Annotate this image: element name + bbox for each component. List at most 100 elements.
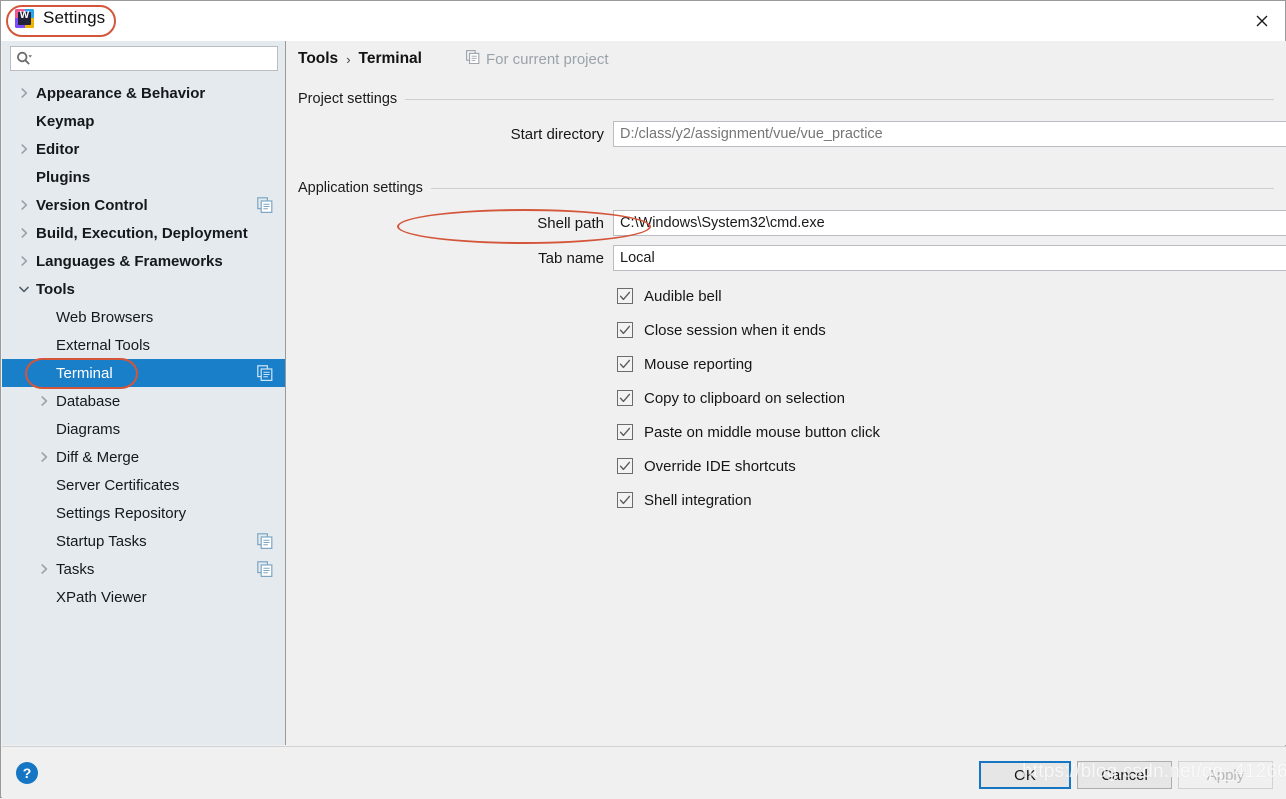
field-tab-name: Tab name <box>298 245 1286 271</box>
project-scope-icon <box>257 561 273 577</box>
chevron-right-icon[interactable] <box>34 395 54 407</box>
chevron-right-icon[interactable] <box>34 563 54 575</box>
sidebar-item-label: Appearance & Behavior <box>36 84 206 102</box>
start-directory-input[interactable] <box>613 121 1286 147</box>
cancel-button[interactable]: Cancel <box>1077 761 1172 789</box>
sidebar-item-label: Server Certificates <box>56 476 180 494</box>
breadcrumb-current: Terminal <box>358 50 422 67</box>
chevron-down-icon[interactable] <box>14 284 34 295</box>
checkbox-paste-on-middle-mouse-button-click[interactable]: Paste on middle mouse button click <box>617 415 880 449</box>
chevron-right-icon[interactable] <box>34 451 54 463</box>
sidebar-item-diff-merge[interactable]: Diff & Merge <box>2 443 285 471</box>
checkbox-box[interactable] <box>617 322 633 338</box>
terminal-options-list: Audible bell Close session when it ends Mo… <box>617 279 880 517</box>
project-scope-icon <box>257 197 273 213</box>
shell-path-input[interactable] <box>613 210 1286 236</box>
sidebar-item-xpath-viewer[interactable]: XPath Viewer <box>2 583 285 611</box>
checkbox-label: Paste on middle mouse button click <box>644 423 880 441</box>
sidebar-item-label: Editor <box>36 140 80 158</box>
for-current-project-badge: For current project <box>466 50 609 68</box>
sidebar-item-external-tools[interactable]: External Tools <box>2 331 285 359</box>
sidebar-item-label: Tasks <box>56 560 95 578</box>
sidebar-item-label: External Tools <box>56 336 150 354</box>
settings-tree: Appearance & Behavior Keymap Editor Plugins… <box>2 79 285 745</box>
title-group: W Settings <box>15 8 105 28</box>
group-project-settings: Project settings <box>298 91 1274 107</box>
chevron-right-icon[interactable] <box>14 143 34 155</box>
ok-button[interactable]: OK <box>979 761 1071 789</box>
group-project-settings-label: Project settings <box>298 91 398 107</box>
sidebar-item-plugins[interactable]: Plugins <box>2 163 285 191</box>
sidebar-item-web-browsers[interactable]: Web Browsers <box>2 303 285 331</box>
sidebar-item-label: XPath Viewer <box>56 588 147 606</box>
checkbox-box[interactable] <box>617 492 633 508</box>
checkbox-box[interactable] <box>617 458 633 474</box>
sidebar-item-label: Plugins <box>36 168 91 186</box>
checkbox-label: Override IDE shortcuts <box>644 457 796 475</box>
checkbox-box[interactable] <box>617 390 633 406</box>
sidebar-item-server-certificates[interactable]: Server Certificates <box>2 471 285 499</box>
sidebar-item-terminal[interactable]: Terminal <box>2 359 285 387</box>
sidebar-item-version-control[interactable]: Version Control <box>2 191 285 219</box>
title-bar: W Settings <box>1 1 1285 41</box>
sidebar-item-label: Version Control <box>36 196 148 214</box>
sidebar-item-appearance-behavior[interactable]: Appearance & Behavior <box>2 79 285 107</box>
checkbox-label: Shell integration <box>644 491 752 509</box>
checkbox-audible-bell[interactable]: Audible bell <box>617 279 880 313</box>
sidebar-item-label: Tools <box>36 280 75 298</box>
sidebar-item-label: Build, Execution, Deployment <box>36 224 248 242</box>
checkbox-copy-to-clipboard-on-selection[interactable]: Copy to clipboard on selection <box>617 381 880 415</box>
search-input[interactable] <box>33 50 271 67</box>
sidebar-item-editor[interactable]: Editor <box>2 135 285 163</box>
checkbox-shell-integration[interactable]: Shell integration <box>617 483 880 517</box>
checkbox-label: Mouse reporting <box>644 355 753 373</box>
page-title: Settings <box>43 8 106 27</box>
checkbox-label: Audible bell <box>644 287 722 305</box>
sidebar-item-label: Diff & Merge <box>56 448 140 466</box>
start-directory-label: Start directory <box>510 125 604 143</box>
dialog-footer: ? OK Cancel Apply <box>2 746 1286 799</box>
sidebar-item-label: Startup Tasks <box>56 532 147 550</box>
settings-sidebar: Appearance & Behavior Keymap Editor Plugins… <box>2 41 286 745</box>
sidebar-item-label: Database <box>56 392 121 410</box>
checkbox-close-session-when-it-ends[interactable]: Close session when it ends <box>617 313 880 347</box>
settings-main-panel: Tools › Terminal For current project Pro… <box>287 41 1286 745</box>
sidebar-item-database[interactable]: Database <box>2 387 285 415</box>
field-start-directory: Start directory <box>298 121 1286 147</box>
sidebar-item-keymap[interactable]: Keymap <box>2 107 285 135</box>
chevron-right-icon[interactable] <box>14 227 34 239</box>
settings-dialog: W Settings Appearance & Behavior Keymap … <box>0 0 1286 799</box>
checkbox-box[interactable] <box>617 288 633 304</box>
tab-name-label: Tab name <box>538 249 604 267</box>
sidebar-item-startup-tasks[interactable]: Startup Tasks <box>2 527 285 555</box>
sidebar-item-settings-repository[interactable]: Settings Repository <box>2 499 285 527</box>
sidebar-item-tools[interactable]: Tools <box>2 275 285 303</box>
group-application-settings: Application settings <box>298 180 1274 196</box>
project-scope-icon <box>466 50 480 68</box>
breadcrumb-parent[interactable]: Tools <box>298 50 338 68</box>
search-box[interactable] <box>10 46 278 71</box>
close-icon[interactable] <box>1239 1 1285 41</box>
for-current-project-label: For current project <box>485 50 609 68</box>
checkbox-box[interactable] <box>617 424 633 440</box>
sidebar-item-label: Languages & Frameworks <box>36 252 223 270</box>
search-icon <box>16 51 33 66</box>
breadcrumb-separator-icon: › <box>346 51 351 67</box>
chevron-right-icon[interactable] <box>14 87 34 99</box>
checkbox-box[interactable] <box>617 356 633 372</box>
checkbox-override-ide-shortcuts[interactable]: Override IDE shortcuts <box>617 449 880 483</box>
sidebar-item-label: Settings Repository <box>56 504 187 522</box>
sidebar-item-languages-frameworks[interactable]: Languages & Frameworks <box>2 247 285 275</box>
sidebar-item-tasks[interactable]: Tasks <box>2 555 285 583</box>
project-scope-icon <box>257 533 273 549</box>
tab-name-input[interactable] <box>613 245 1286 271</box>
sidebar-item-build-execution-deployment[interactable]: Build, Execution, Deployment <box>2 219 285 247</box>
group-application-settings-label: Application settings <box>298 180 423 196</box>
sidebar-item-label: Keymap <box>36 112 95 130</box>
checkbox-mouse-reporting[interactable]: Mouse reporting <box>617 347 880 381</box>
help-button[interactable]: ? <box>16 762 38 784</box>
chevron-right-icon[interactable] <box>14 255 34 267</box>
chevron-right-icon[interactable] <box>14 199 34 211</box>
sidebar-item-diagrams[interactable]: Diagrams <box>2 415 285 443</box>
sidebar-item-label: Diagrams <box>56 420 121 438</box>
